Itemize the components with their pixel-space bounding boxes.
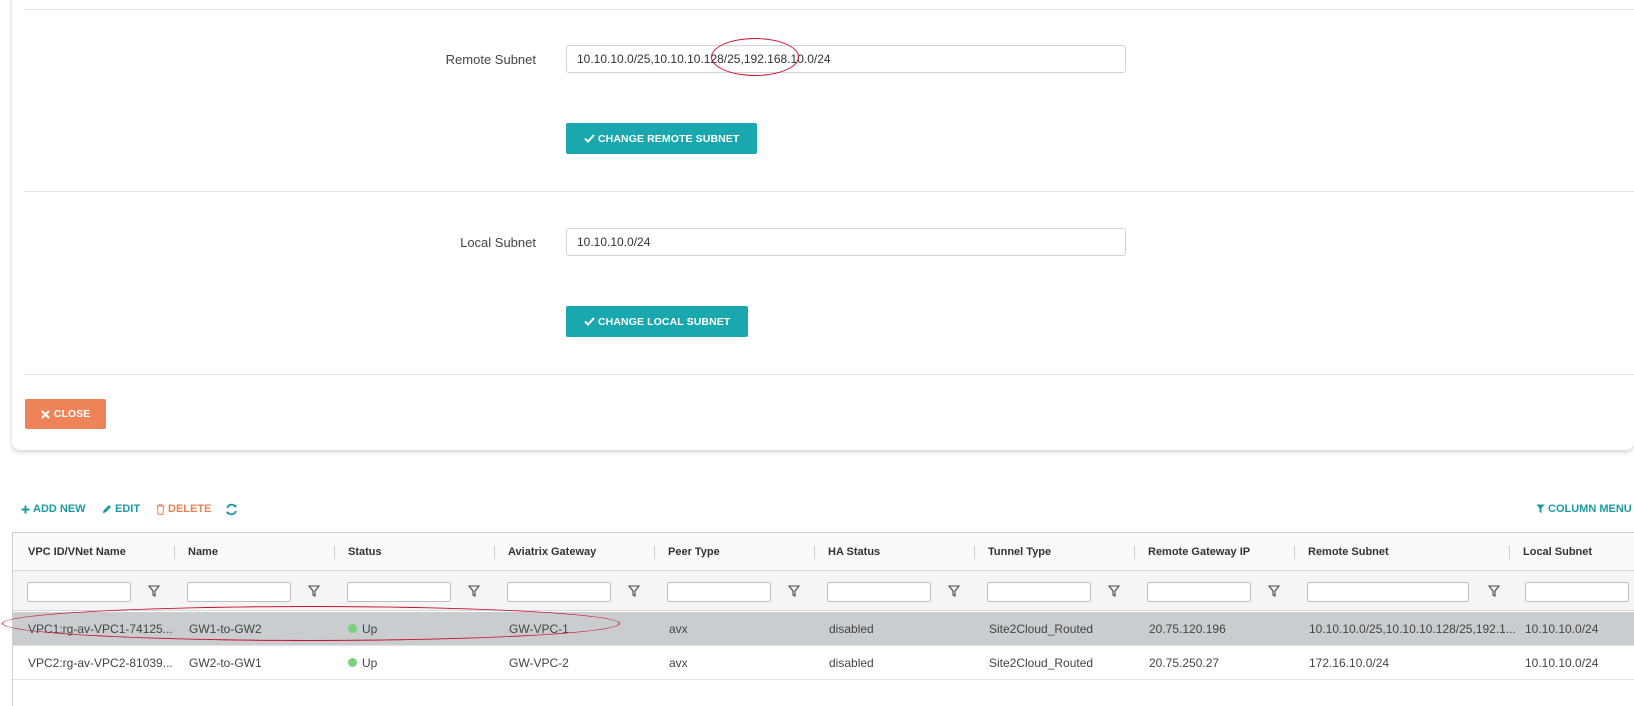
filter-icon[interactable]	[628, 584, 640, 598]
plus-icon	[21, 505, 30, 513]
column-filter-input[interactable]	[187, 582, 291, 602]
column-filter-input[interactable]	[1147, 582, 1251, 602]
filter-icon[interactable]	[1268, 584, 1280, 598]
column-separator[interactable]	[974, 546, 975, 559]
peer-type-cell: avx	[669, 621, 688, 636]
local-subnet-input[interactable]	[566, 228, 1126, 256]
trash-icon	[156, 503, 165, 515]
ha-status-cell: disabled	[829, 655, 874, 670]
column-header[interactable]: Aviatrix Gateway	[508, 533, 596, 570]
local-subnet-cell: 10.10.10.0/24	[1525, 655, 1599, 670]
column-header[interactable]: Local Subnet	[1523, 533, 1592, 570]
column-filter-input[interactable]	[27, 582, 131, 602]
change-local-subnet-label: CHANGE LOCAL SUBNET	[598, 315, 731, 328]
add-new-label: ADD NEW	[33, 503, 86, 515]
status-cell: Up	[348, 612, 377, 645]
filter-icon[interactable]	[468, 584, 480, 598]
column-filter-input[interactable]	[667, 582, 771, 602]
delete-button[interactable]: DELETE	[156, 503, 211, 515]
check-icon	[584, 317, 595, 326]
grid-toolbar: ADD NEW EDIT DELETE COLUMN MENU	[21, 503, 1634, 519]
column-menu-label: COLUMN MENU	[1548, 503, 1632, 515]
close-button[interactable]: CLOSE	[25, 399, 106, 429]
column-header[interactable]: Name	[188, 533, 218, 570]
column-separator[interactable]	[174, 546, 175, 559]
refresh-icon	[226, 503, 237, 516]
column-header[interactable]: VPC ID/VNet Name	[28, 533, 126, 570]
middle-divider	[24, 191, 1634, 192]
gateway-cell: GW-VPC-1	[509, 621, 569, 636]
column-separator[interactable]	[1134, 546, 1135, 559]
tunnel-type-cell: Site2Cloud_Routed	[989, 655, 1094, 670]
column-separator[interactable]	[814, 546, 815, 559]
change-remote-subnet-button[interactable]: CHANGE REMOTE SUBNET	[566, 123, 758, 154]
filter-icon[interactable]	[308, 584, 320, 598]
pencil-icon	[103, 505, 111, 513]
close-label: CLOSE	[53, 408, 91, 420]
column-header[interactable]: Peer Type	[668, 533, 720, 570]
column-header[interactable]: Status	[348, 533, 382, 570]
column-separator[interactable]	[334, 546, 335, 559]
edit-button[interactable]: EDIT	[102, 503, 140, 515]
column-separator[interactable]	[494, 546, 495, 559]
column-filter-input[interactable]	[1307, 582, 1469, 602]
gateway-cell: GW-VPC-2	[509, 655, 569, 670]
bottom-divider	[24, 374, 1634, 375]
remote-subnet-cell: 10.10.10.0/25,10.10.10.128/25,192.1...	[1309, 621, 1516, 636]
local-subnet-label: Local Subnet	[460, 235, 536, 250]
filter-row	[13, 571, 1634, 611]
column-header[interactable]: HA Status	[828, 533, 880, 570]
vpc-id-cell: VPC2:rg-av-VPC2-81039...	[28, 655, 173, 670]
column-header[interactable]: Remote Gateway IP	[1148, 533, 1250, 570]
tunnel-type-cell: Site2Cloud_Routed	[989, 621, 1094, 636]
top-divider	[24, 9, 1634, 10]
column-separator[interactable]	[1294, 546, 1295, 559]
table-row[interactable]: VPC2:rg-av-VPC2-81039... GW2-to-GW1 Up G…	[13, 646, 1634, 680]
filter-icon[interactable]	[1488, 584, 1500, 598]
column-filter-input[interactable]	[347, 582, 451, 602]
column-separator[interactable]	[654, 546, 655, 559]
change-local-subnet-button[interactable]: CHANGE LOCAL SUBNET	[566, 306, 749, 337]
column-separator[interactable]	[1509, 546, 1510, 559]
remote-gateway-ip-cell: 20.75.120.196	[1149, 621, 1226, 636]
local-subnet-cell: 10.10.10.0/24	[1525, 621, 1599, 636]
filter-icon[interactable]	[788, 584, 800, 598]
filter-icon[interactable]	[948, 584, 960, 598]
edit-label: EDIT	[115, 503, 141, 515]
column-header[interactable]: Remote Subnet	[1308, 533, 1389, 570]
filter-icon[interactable]	[148, 584, 160, 598]
ha-status-cell: disabled	[829, 621, 874, 636]
connections-grid: VPC ID/VNet Name Name Status Aviatrix Ga…	[12, 532, 1634, 706]
grid-header: VPC ID/VNet Name Name Status Aviatrix Ga…	[13, 533, 1634, 571]
remote-subnet-cell: 172.16.10.0/24	[1309, 655, 1390, 670]
vpc-id-cell: VPC1:rg-av-VPC1-74125...	[28, 621, 173, 636]
status-text: Up	[362, 655, 378, 670]
remote-subnet-label: Remote Subnet	[445, 52, 536, 67]
remote-gateway-ip-cell: 20.75.250.27	[1149, 655, 1220, 670]
filter-icon[interactable]	[1108, 584, 1120, 598]
status-cell: Up	[348, 646, 377, 679]
filter-icon	[1536, 504, 1545, 513]
name-cell: GW1-to-GW2	[189, 621, 262, 636]
column-filter-input[interactable]	[987, 582, 1091, 602]
column-filter-input[interactable]	[1525, 582, 1629, 602]
delete-label: DELETE	[168, 503, 212, 515]
status-up-icon	[348, 624, 357, 633]
change-remote-subnet-label: CHANGE REMOTE SUBNET	[598, 132, 740, 145]
status-text: Up	[362, 621, 378, 636]
close-icon	[41, 409, 50, 419]
peer-type-cell: avx	[669, 655, 688, 670]
table-row[interactable]: VPC1:rg-av-VPC1-74125... GW1-to-GW2 Up G…	[13, 612, 1634, 646]
status-up-icon	[348, 658, 357, 667]
column-header[interactable]: Tunnel Type	[988, 533, 1051, 570]
column-filter-input[interactable]	[827, 582, 931, 602]
column-filter-input[interactable]	[507, 582, 611, 602]
name-cell: GW2-to-GW1	[189, 655, 262, 670]
check-icon	[584, 134, 595, 143]
refresh-button[interactable]	[225, 503, 238, 516]
remote-subnet-input[interactable]	[566, 45, 1126, 73]
column-menu-button[interactable]: COLUMN MENU	[1536, 503, 1632, 515]
add-new-button[interactable]: ADD NEW	[21, 503, 86, 515]
